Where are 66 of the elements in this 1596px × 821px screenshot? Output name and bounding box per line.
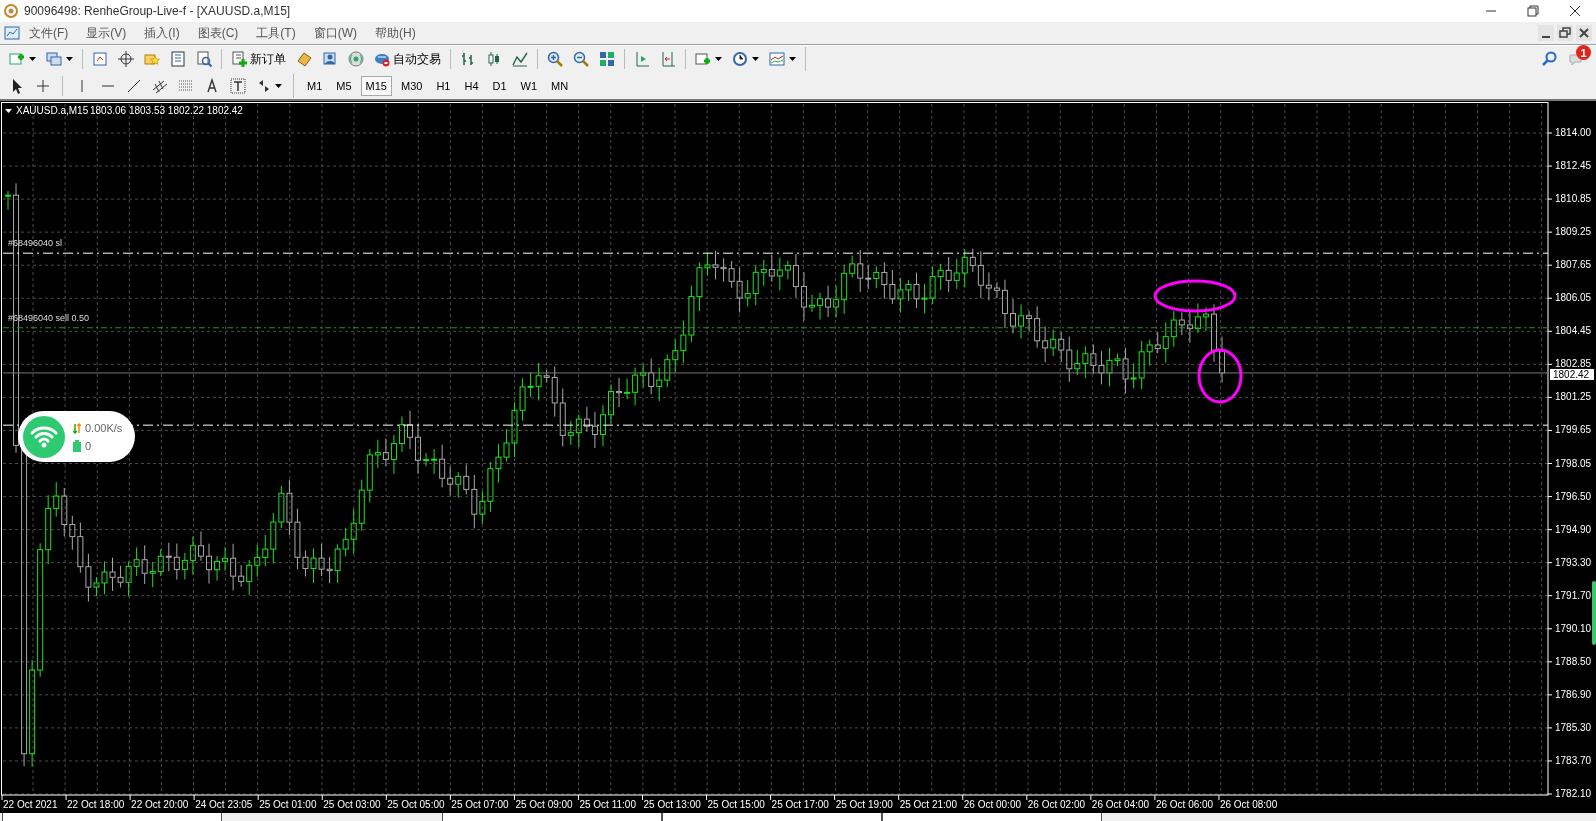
price-axis-label: 1799.65 (1555, 424, 1592, 436)
auto-trading-button[interactable]: 自动交易 (369, 50, 446, 68)
timeframe-button[interactable]: M1 (302, 75, 328, 96)
chart-ohlc: 1803.06 1803.53 1802.22 1802.42 (90, 105, 243, 116)
price-axis-label: 1794.90 (1555, 523, 1592, 535)
time-axis-label: 22 Oct 20:00 (131, 799, 189, 810)
time-axis-label: 26 Oct 00:00 (963, 799, 1021, 810)
time-axis-label: 26 Oct 02:00 (1027, 799, 1086, 810)
price-axis-label: 1790.10 (1555, 622, 1592, 634)
time-axis-label: 25 Oct 01:00 (259, 799, 317, 810)
time-axis-label: 24 Oct 23:05 (195, 799, 253, 810)
menu-item[interactable]: 窗口(W) (304, 22, 366, 44)
time-axis-label: 25 Oct 11:00 (579, 799, 636, 810)
price-axis-label: 1783.70 (1555, 754, 1592, 766)
time-axis-label: 25 Oct 05:00 (387, 799, 445, 810)
time-axis-label: 26 Oct 04:00 (1091, 799, 1150, 810)
price-axis-label: 1802.85 (1555, 358, 1592, 370)
price-axis-label: 1785.30 (1555, 721, 1592, 733)
timeframe-button[interactable]: H1 (431, 75, 456, 96)
menu-item[interactable]: 插入(I) (135, 22, 189, 44)
time-axis-label: 26 Oct 06:00 (1155, 799, 1214, 810)
timeframe-button[interactable]: M5 (331, 75, 357, 96)
price-axis-label: 1814.00 (1555, 127, 1592, 138)
timeframe-button[interactable]: H4 (459, 75, 484, 96)
time-axis-label: 25 Oct 13:00 (643, 799, 701, 810)
time-axis-label: 25 Oct 17:00 (771, 799, 829, 810)
timeframe-button[interactable]: W1 (515, 75, 543, 96)
price-axis-label: 1798.05 (1555, 457, 1592, 469)
time-axis-label: 25 Oct 21:00 (899, 799, 957, 810)
time-axis-label: 25 Oct 07:00 (451, 799, 509, 810)
timeframe-button[interactable]: M15 (360, 75, 392, 96)
menu-item[interactable]: 工具(T) (247, 22, 305, 44)
price-axis-label: 1807.65 (1555, 259, 1592, 271)
price-axis-label: 1796.50 (1555, 490, 1592, 502)
price-axis-label: 1812.45 (1555, 160, 1592, 172)
menu-item[interactable]: 图表(C) (188, 22, 248, 44)
connection-count: 0 (85, 439, 92, 452)
price-axis-label: 1782.10 (1555, 788, 1592, 799)
menu-item[interactable]: 文件(F) (20, 22, 78, 44)
menu-item[interactable]: 帮助(H) (366, 22, 425, 44)
price-axis-label: 1788.50 (1555, 655, 1592, 667)
window-title: 90096498: RenheGroup-Live-f - [XAUUSD.a,M15] (24, 4, 292, 18)
price-axis-label: 1793.30 (1555, 556, 1592, 568)
price-axis-label: 1786.90 (1555, 688, 1592, 700)
price-axis-label: 1801.25 (1555, 391, 1592, 403)
time-axis-label: 25 Oct 19:00 (835, 799, 893, 810)
price-axis-label: 1804.45 (1555, 325, 1592, 337)
chart-symbol: XAUUSD.a,M15 (16, 105, 89, 116)
price-axis-label: 1810.85 (1555, 193, 1592, 205)
time-axis-label: 25 Oct 03:00 (323, 799, 381, 810)
time-axis-label: 22 Oct 18:00 (67, 799, 125, 810)
price-axis-label: 1806.05 (1555, 292, 1592, 304)
notification-badge: 1 (1576, 45, 1591, 60)
menu-item[interactable]: 显示(V) (77, 22, 136, 44)
current-price-tag: 1802.42 (1550, 368, 1594, 380)
time-axis-label: 25 Oct 09:00 (515, 799, 573, 810)
price-axis-label: 1791.70 (1555, 589, 1592, 601)
time-axis-label: 26 Oct 08:00 (1219, 799, 1278, 810)
time-axis-label: 22 Oct 2021 (3, 799, 58, 810)
new-order-button[interactable]: 新订单 (226, 50, 291, 68)
speed-reading: 0.00K/s (85, 421, 123, 434)
price-axis-label: 1809.25 (1555, 226, 1592, 238)
timeframe-button[interactable]: MN (546, 75, 574, 96)
time-axis-label: 25 Oct 15:00 (707, 799, 765, 810)
timeframe-button[interactable]: D1 (487, 75, 512, 96)
timeframe-button[interactable]: M30 (395, 75, 428, 96)
